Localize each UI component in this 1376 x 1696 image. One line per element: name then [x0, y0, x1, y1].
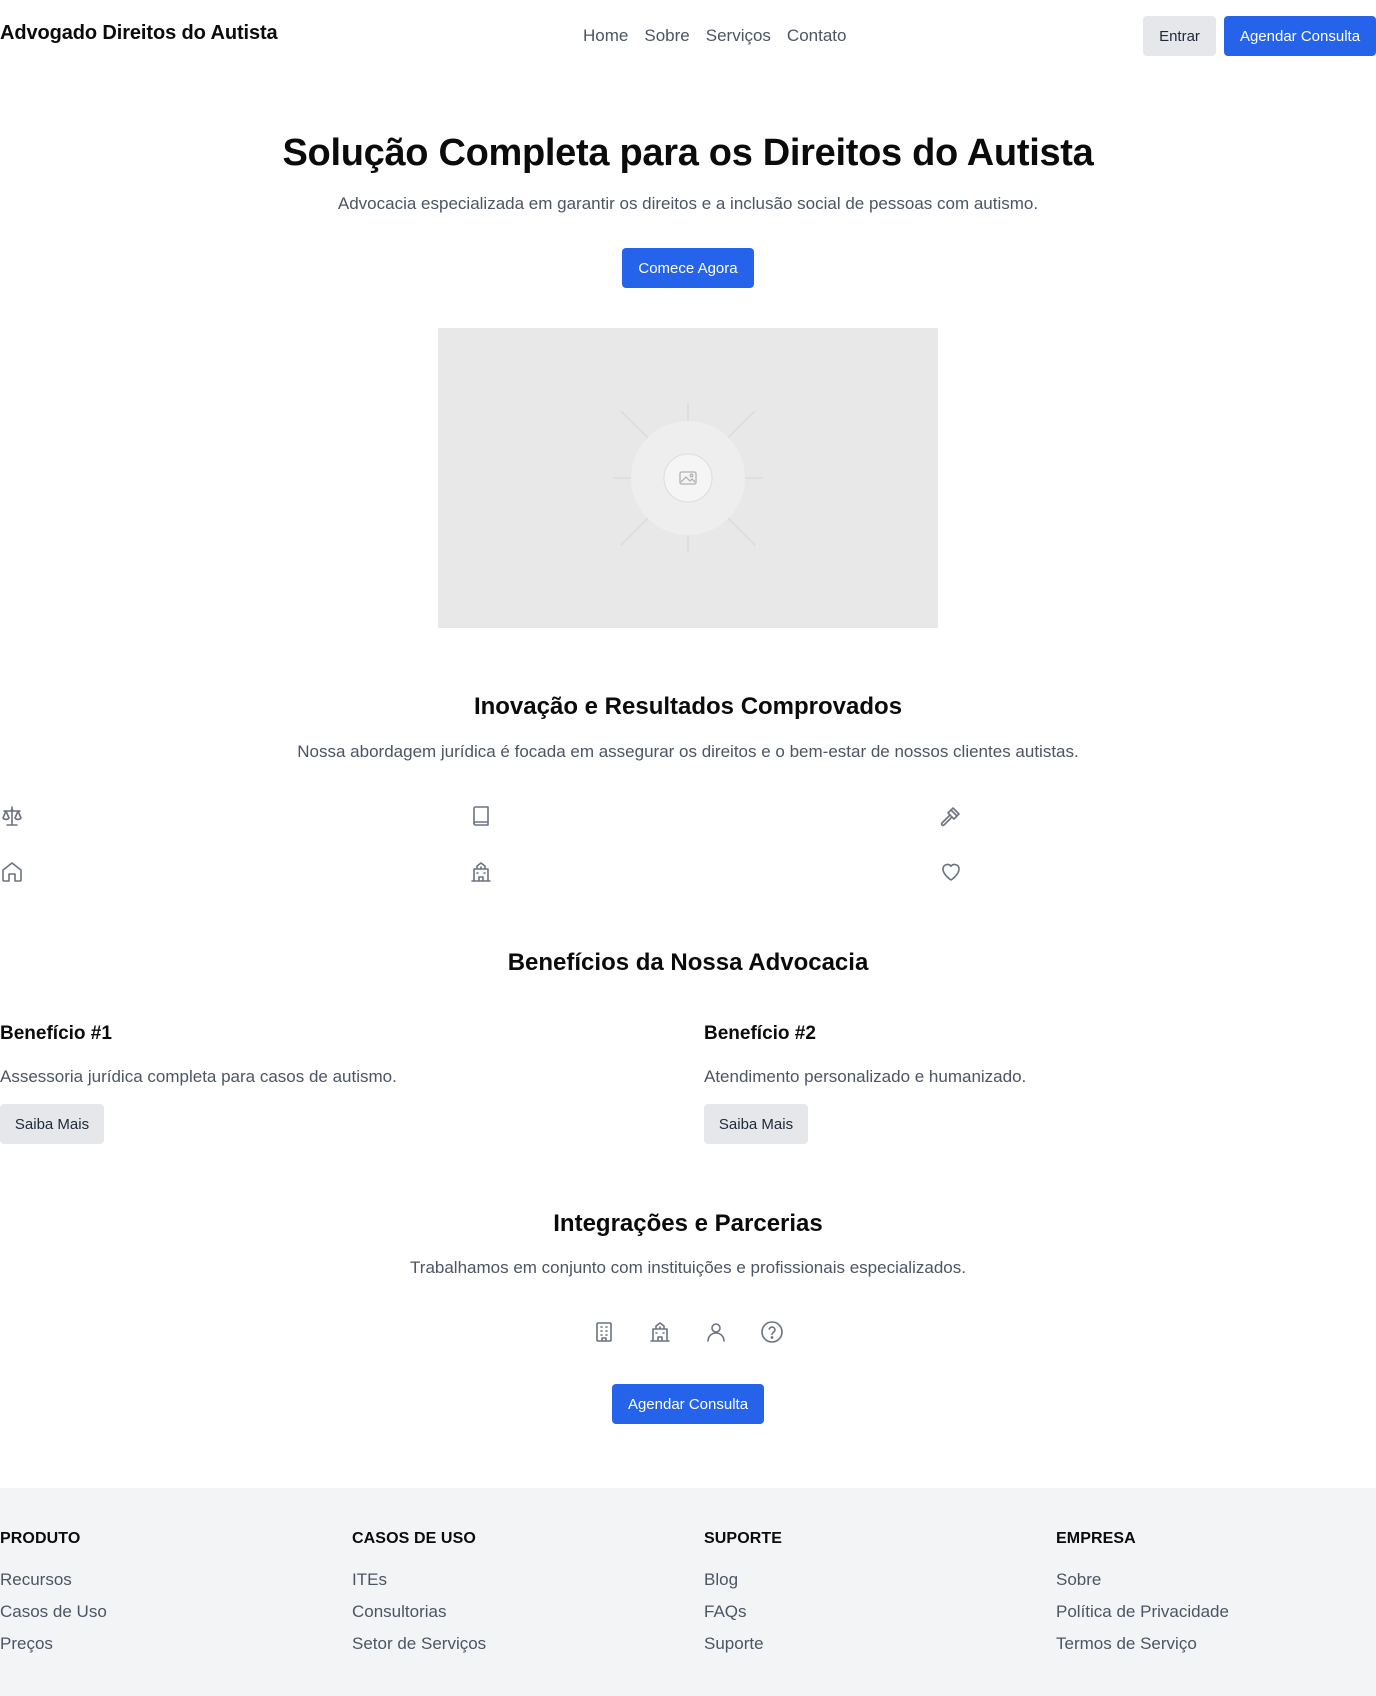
- school-icon: [469, 860, 493, 884]
- heart-icon: [939, 860, 963, 884]
- footer-link-ites[interactable]: ITEs: [352, 1570, 486, 1602]
- hero-title: Solução Completa para os Direitos do Aut…: [282, 132, 1094, 174]
- footer-link-blog[interactable]: Blog: [704, 1570, 782, 1602]
- main-nav: Home Sobre Serviços Contato: [583, 26, 846, 46]
- footer-link-faqs[interactable]: FAQs: [704, 1602, 782, 1634]
- nav-home[interactable]: Home: [583, 26, 628, 46]
- school-icon: [648, 1320, 672, 1344]
- footer-heading: SUPORTE: [704, 1530, 783, 1547]
- hero-subtitle: Advocacia especializada em garantir os d…: [337, 194, 1039, 213]
- footer-link-setor-de-servicos[interactable]: Setor de Serviços: [352, 1634, 486, 1666]
- footer-link-privacidade[interactable]: Política de Privacidade: [1056, 1602, 1229, 1634]
- features-subtitle: Nossa abordagem jurídica é focada em ass…: [297, 742, 1079, 761]
- footer-column-casos-de-uso: CASOS DE USO ITEs Consultorias Setor de …: [352, 1530, 486, 1666]
- nav-sobre[interactable]: Sobre: [644, 26, 689, 46]
- hero-image-placeholder: [438, 328, 938, 628]
- site-footer: PRODUTO Recursos Casos de Uso Preços CAS…: [0, 1488, 1376, 1696]
- brand-logo[interactable]: Advogado Direitos do Autista: [0, 22, 278, 45]
- nav-contato[interactable]: Contato: [787, 26, 847, 46]
- schedule-button-main[interactable]: Agendar Consulta: [612, 1384, 764, 1424]
- footer-link-recursos[interactable]: Recursos: [0, 1570, 107, 1602]
- help-circle-icon: [760, 1320, 784, 1344]
- benefit-2-title: Benefício #2: [704, 1023, 816, 1044]
- integrations-subtitle: Trabalhamos em conjunto com instituições…: [410, 1258, 966, 1277]
- benefit-1-text: Assessoria jurídica completa para casos …: [0, 1067, 397, 1086]
- user-icon: [704, 1320, 728, 1344]
- home-icon: [0, 860, 24, 884]
- scale-icon: [0, 804, 24, 828]
- integrations-title: Integrações e Parcerias: [553, 1210, 823, 1237]
- site-header: Advogado Direitos do Autista Home Sobre …: [0, 0, 1376, 72]
- features-title: Inovação e Resultados Comprovados: [473, 693, 903, 720]
- gavel-icon: [939, 804, 963, 828]
- footer-column-produto: PRODUTO Recursos Casos de Uso Preços: [0, 1530, 107, 1666]
- benefit-1-title: Benefício #1: [0, 1023, 112, 1044]
- footer-link-termos[interactable]: Termos de Serviço: [1056, 1634, 1229, 1666]
- footer-column-suporte: SUPORTE Blog FAQs Suporte: [704, 1530, 782, 1666]
- benefit-2-text: Atendimento personalizado e humanizado.: [704, 1067, 1027, 1086]
- image-placeholder-graphic: [613, 403, 763, 553]
- benefit-1-learn-more-button[interactable]: Saiba Mais: [0, 1104, 104, 1144]
- building-icon: [592, 1320, 616, 1344]
- footer-heading: CASOS DE USO: [352, 1530, 476, 1547]
- footer-heading: PRODUTO: [0, 1530, 81, 1547]
- get-started-button[interactable]: Comece Agora: [622, 248, 754, 288]
- benefit-2-learn-more-button[interactable]: Saiba Mais: [704, 1104, 808, 1144]
- footer-link-sobre[interactable]: Sobre: [1056, 1570, 1229, 1602]
- schedule-button-header[interactable]: Agendar Consulta: [1224, 16, 1376, 56]
- footer-heading: EMPRESA: [1056, 1530, 1136, 1547]
- footer-link-casos-de-uso[interactable]: Casos de Uso: [0, 1602, 107, 1634]
- footer-link-precos[interactable]: Preços: [0, 1634, 107, 1666]
- footer-link-suporte[interactable]: Suporte: [704, 1634, 782, 1666]
- nav-servicos[interactable]: Serviços: [706, 26, 771, 46]
- footer-link-consultorias[interactable]: Consultorias: [352, 1602, 486, 1634]
- footer-column-empresa: EMPRESA Sobre Política de Privacidade Te…: [1056, 1530, 1229, 1666]
- login-button[interactable]: Entrar: [1143, 16, 1216, 56]
- book-icon: [469, 804, 493, 828]
- benefits-title: Benefícios da Nossa Advocacia: [507, 949, 869, 976]
